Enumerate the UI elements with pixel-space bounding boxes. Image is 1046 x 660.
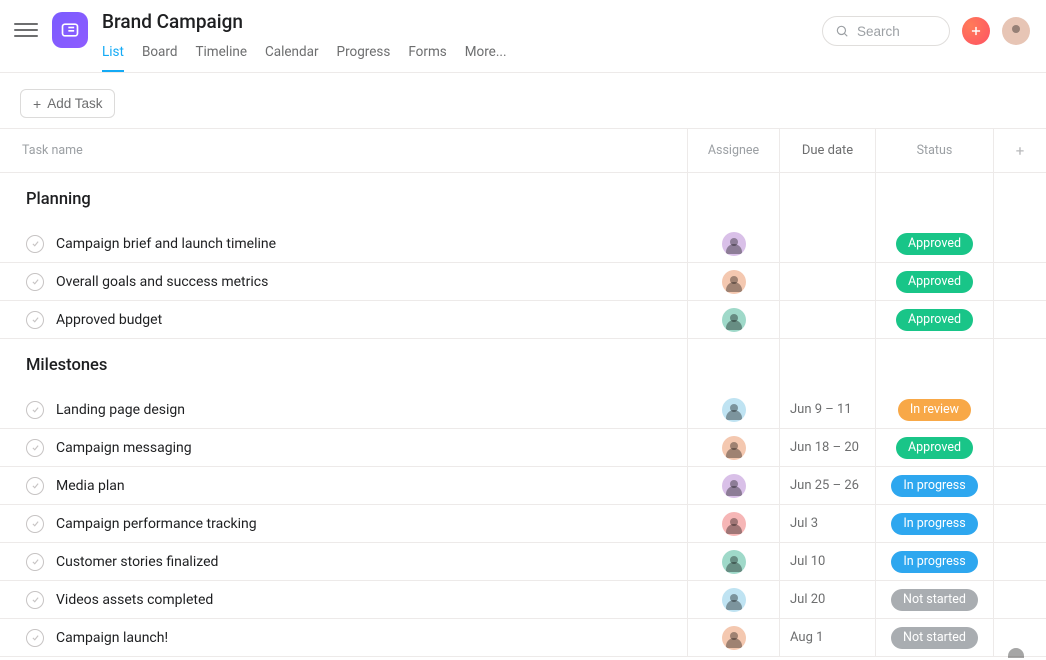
tab-forms[interactable]: Forms [408, 40, 446, 72]
task-name: Landing page design [56, 402, 185, 418]
task-name: Media plan [56, 478, 125, 494]
assignee-avatar[interactable] [722, 270, 746, 294]
task-row[interactable]: Campaign launch! Aug 1 Not started [0, 619, 1046, 657]
column-header-status[interactable]: Status [876, 129, 994, 172]
assignee-avatar[interactable] [722, 398, 746, 422]
status-pill[interactable]: In progress [891, 475, 977, 497]
status-pill[interactable]: In review [898, 399, 971, 421]
task-row[interactable]: Campaign performance tracking Jul 3 In pro… [0, 505, 1046, 543]
due-date-cell[interactable]: Jul 20 [780, 581, 876, 618]
assignee-avatar[interactable] [722, 232, 746, 256]
task-row[interactable]: Media plan Jun 25 – 26 In progress [0, 467, 1046, 505]
assignee-avatar[interactable] [722, 436, 746, 460]
status-pill[interactable]: Approved [896, 271, 973, 293]
assignee-avatar[interactable] [722, 588, 746, 612]
global-add-button[interactable] [962, 17, 990, 45]
current-user-avatar[interactable] [1002, 17, 1030, 45]
task-row[interactable]: Overall goals and success metrics Approve… [0, 263, 1046, 301]
add-task-button[interactable]: + Add Task [20, 89, 115, 118]
complete-task-icon[interactable] [26, 477, 44, 495]
app-header: Brand Campaign List Board Timeline Calendar… [0, 0, 1046, 73]
status-pill[interactable]: Not started [891, 589, 978, 611]
complete-task-icon[interactable] [26, 515, 44, 533]
status-pill[interactable]: In progress [891, 513, 977, 535]
complete-task-icon[interactable] [26, 553, 44, 571]
section-title[interactable]: Planning [0, 173, 688, 225]
assignee-avatar[interactable] [722, 308, 746, 332]
add-task-label: Add Task [47, 96, 102, 111]
task-row[interactable]: Customer stories finalized Jul 10 In progr… [0, 543, 1046, 581]
assignee-avatar[interactable] [722, 626, 746, 650]
tab-timeline[interactable]: Timeline [195, 40, 247, 72]
due-date-cell[interactable]: Jul 3 [780, 505, 876, 542]
header-actions [822, 16, 1030, 46]
plus-icon: + [33, 97, 41, 111]
task-name: Approved budget [56, 312, 162, 328]
due-date-cell[interactable] [780, 225, 876, 262]
due-date-cell[interactable]: Jul 10 [780, 543, 876, 580]
task-name: Campaign launch! [56, 630, 168, 646]
section-row: Milestones [0, 339, 1046, 391]
tab-calendar[interactable]: Calendar [265, 40, 319, 72]
tab-board[interactable]: Board [142, 40, 178, 72]
section-row: Planning [0, 173, 1046, 225]
due-date-cell[interactable] [780, 263, 876, 300]
task-row[interactable]: Landing page design Jun 9 – 11 In review [0, 391, 1046, 429]
column-header-assignee[interactable]: Assignee [688, 129, 780, 172]
project-icon[interactable] [52, 12, 88, 48]
search-input[interactable] [857, 24, 937, 39]
task-name: Campaign brief and launch timeline [56, 236, 276, 252]
due-date-cell[interactable]: Jun 25 – 26 [780, 467, 876, 504]
complete-task-icon[interactable] [26, 235, 44, 253]
task-row[interactable]: Campaign messaging Jun 18 – 20 Approved [0, 429, 1046, 467]
column-header-row: Task name Assignee Due date Status + [0, 129, 1046, 173]
complete-task-icon[interactable] [26, 401, 44, 419]
complete-task-icon[interactable] [26, 591, 44, 609]
task-row[interactable]: Campaign brief and launch timeline Approv… [0, 225, 1046, 263]
task-name: Campaign messaging [56, 440, 192, 456]
status-pill[interactable]: Approved [896, 309, 973, 331]
assignee-avatar[interactable] [722, 512, 746, 536]
view-tabs: List Board Timeline Calendar Progress Forms Mo… [102, 40, 507, 72]
task-row[interactable]: Approved budget Approved [0, 301, 1046, 339]
project-title[interactable]: Brand Campaign [102, 10, 507, 34]
complete-task-icon[interactable] [26, 439, 44, 457]
assignee-avatar[interactable] [722, 550, 746, 574]
status-pill[interactable]: Not started [891, 627, 978, 649]
due-date-cell[interactable]: Jun 18 – 20 [780, 429, 876, 466]
toolbar: + Add Task [0, 73, 1046, 128]
task-grid: Task name Assignee Due date Status + Pla… [0, 128, 1046, 657]
search-box[interactable] [822, 16, 950, 46]
tab-progress[interactable]: Progress [337, 40, 391, 72]
tab-list[interactable]: List [102, 40, 124, 72]
status-pill[interactable]: Approved [896, 233, 973, 255]
complete-task-icon[interactable] [26, 273, 44, 291]
column-header-due-date[interactable]: Due date [780, 129, 876, 172]
task-name: Overall goals and success metrics [56, 274, 268, 290]
plus-icon [969, 24, 983, 38]
task-row[interactable]: Videos assets completed Jul 20 Not started [0, 581, 1046, 619]
title-block: Brand Campaign List Board Timeline Calendar… [102, 10, 507, 72]
complete-task-icon[interactable] [26, 629, 44, 647]
status-pill[interactable]: In progress [891, 551, 977, 573]
section-title[interactable]: Milestones [0, 339, 688, 391]
assignee-avatar[interactable] [722, 474, 746, 498]
tab-more[interactable]: More... [465, 40, 507, 72]
complete-task-icon[interactable] [26, 311, 44, 329]
due-date-cell[interactable] [780, 301, 876, 338]
task-name: Videos assets completed [56, 592, 213, 608]
due-date-cell[interactable]: Aug 1 [780, 619, 876, 656]
search-icon [835, 24, 849, 38]
add-column-button[interactable]: + [994, 129, 1046, 172]
column-header-task-name[interactable]: Task name [0, 129, 688, 172]
due-date-cell[interactable]: Jun 9 – 11 [780, 391, 876, 428]
task-name: Campaign performance tracking [56, 516, 257, 532]
task-name: Customer stories finalized [56, 554, 218, 570]
menu-icon[interactable] [14, 18, 38, 42]
status-pill[interactable]: Approved [896, 437, 973, 459]
